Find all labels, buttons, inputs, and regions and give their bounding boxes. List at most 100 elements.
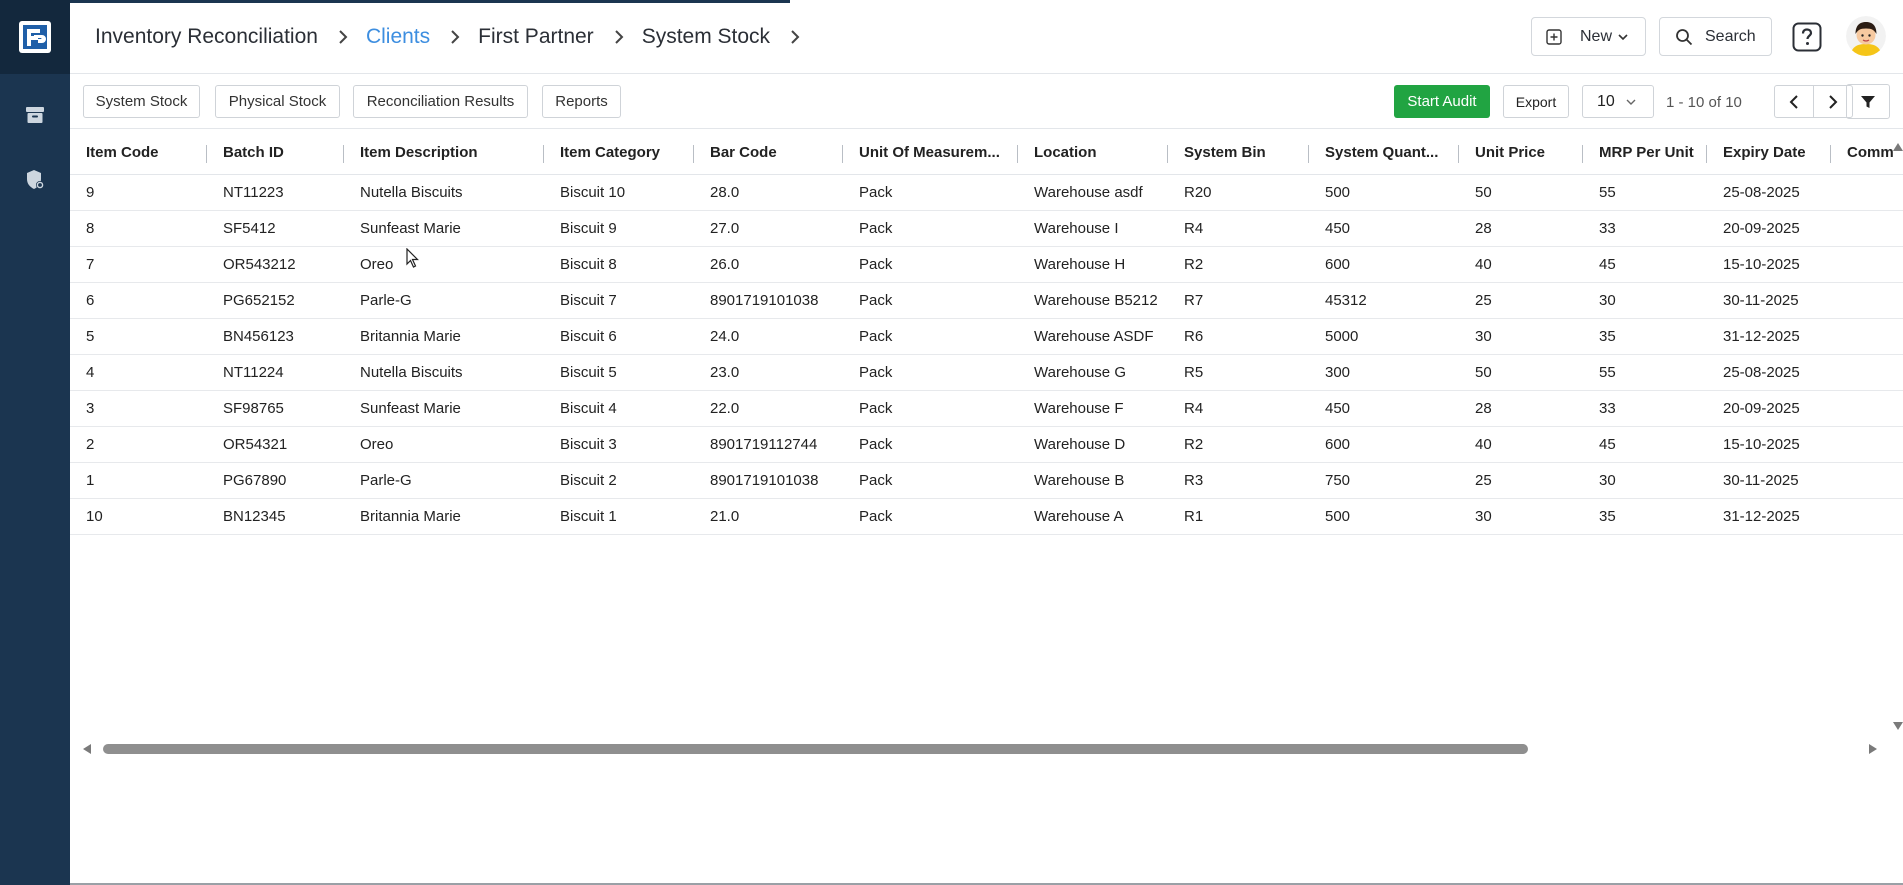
column-resize-handle[interactable] — [1582, 145, 1583, 163]
breadcrumb-item-system-stock[interactable]: System Stock — [642, 25, 770, 49]
table-cell: 25-08-2025 — [1723, 364, 1800, 381]
column-header[interactable]: MRP Per Unit — [1583, 130, 1707, 175]
new-button-label: New — [1580, 27, 1613, 45]
column-header[interactable]: Batch ID — [207, 130, 344, 175]
column-resize-handle[interactable] — [842, 145, 843, 163]
column-resize-handle[interactable] — [1706, 145, 1707, 163]
column-header[interactable]: Bar Code — [694, 130, 843, 175]
column-header[interactable]: Expiry Date — [1707, 130, 1831, 175]
chevron-right-icon — [338, 29, 348, 45]
table-cell: Biscuit 9 — [560, 220, 617, 237]
filter-icon — [1861, 95, 1875, 108]
table-cell — [1831, 427, 1903, 463]
table-cell: SF5412 — [223, 220, 276, 237]
column-header[interactable]: Location — [1018, 130, 1168, 175]
table-cell: 33 — [1599, 400, 1616, 417]
breadcrumb-item-clients[interactable]: Clients — [366, 25, 430, 49]
tab-reconciliation-results[interactable]: Reconciliation Results — [353, 85, 528, 118]
table-row[interactable]: 3 SF98765 Sunfeast Marie Biscuit 4 22.0 Pack W… — [70, 391, 1903, 427]
horizontal-scroll-thumb[interactable] — [103, 744, 1528, 754]
column-header[interactable]: Item Code — [70, 130, 207, 175]
tab-physical-stock[interactable]: Physical Stock — [215, 85, 340, 118]
table-cell: 20-09-2025 — [1723, 220, 1800, 237]
table-cell: Pack — [859, 400, 893, 417]
column-header[interactable]: Comm — [1831, 130, 1903, 175]
scroll-up-arrow[interactable] — [1893, 143, 1903, 151]
tab-reports[interactable]: Reports — [542, 85, 621, 118]
table-cell: 2 — [86, 436, 95, 453]
page-size-select[interactable]: 10 — [1582, 85, 1654, 118]
avatar[interactable] — [1846, 16, 1886, 56]
table-cell: 50 — [1475, 364, 1492, 381]
prev-page-button[interactable] — [1774, 85, 1814, 118]
add-square-icon — [1546, 28, 1562, 45]
table-row[interactable]: 8 SF5412 Sunfeast Marie Biscuit 9 27.0 Pack Wa… — [70, 211, 1903, 247]
table-row[interactable]: 9 NT11223 Nutella Biscuits Biscuit 10 28.0 Pa… — [70, 175, 1903, 211]
rail-item-archive[interactable] — [0, 90, 70, 140]
column-resize-handle[interactable] — [206, 145, 207, 163]
column-header[interactable]: System Quant... — [1309, 130, 1459, 175]
table-cell: 24.0 — [710, 328, 740, 345]
table-cell: Pack — [859, 184, 893, 201]
table-cell: 450 — [1325, 400, 1351, 417]
column-resize-handle[interactable] — [1830, 145, 1831, 163]
rail-item-security[interactable] — [0, 155, 70, 205]
table-cell — [1831, 391, 1903, 427]
table-cell: Parle-G — [360, 292, 412, 309]
table-cell: Pack — [859, 220, 893, 237]
column-resize-handle[interactable] — [1308, 145, 1309, 163]
table-row[interactable]: 4 NT11224 Nutella Biscuits Biscuit 5 23.0 Pac… — [70, 355, 1903, 391]
table-row[interactable]: 7 OR543212 Oreo Biscuit 8 26.0 Pack Warehouse … — [70, 247, 1903, 283]
table-cell: Biscuit 7 — [560, 292, 617, 309]
table-row[interactable]: 5 BN456123 Britannia Marie Biscuit 6 24.0 Pac… — [70, 319, 1903, 355]
scroll-down-arrow[interactable] — [1893, 722, 1903, 730]
table-cell: Biscuit 8 — [560, 256, 617, 273]
stock-toolbar: System Stock Physical Stock Reconciliati… — [70, 75, 1903, 129]
table-cell: Sunfeast Marie — [360, 220, 461, 237]
column-resize-handle[interactable] — [1167, 145, 1168, 163]
breadcrumb-item-first-partner[interactable]: First Partner — [478, 25, 594, 49]
column-header[interactable]: Item Description — [344, 130, 544, 175]
table-cell: 4 — [86, 364, 95, 381]
column-resize-handle[interactable] — [343, 145, 344, 163]
column-resize-handle[interactable] — [1458, 145, 1459, 163]
table-cell: OR543212 — [223, 256, 296, 273]
start-audit-button[interactable]: Start Audit — [1394, 85, 1490, 118]
column-header[interactable]: Unit Of Measurem... — [843, 130, 1018, 175]
export-button[interactable]: Export — [1503, 85, 1569, 118]
scroll-left-arrow[interactable] — [83, 744, 91, 754]
filter-button[interactable] — [1846, 84, 1890, 119]
table-cell: Pack — [859, 508, 893, 525]
table-cell: 500 — [1325, 184, 1351, 201]
table-cell: Parle-G — [360, 472, 412, 489]
chevron-right-icon[interactable] — [790, 29, 800, 45]
table-cell: 3 — [86, 400, 95, 417]
table-cell: 30 — [1599, 472, 1616, 489]
table-cell: Pack — [859, 292, 893, 309]
app-logo[interactable] — [0, 0, 70, 74]
table-cell: 25 — [1475, 292, 1492, 309]
table-cell — [1831, 319, 1903, 355]
column-header[interactable]: Unit Price — [1459, 130, 1583, 175]
table-row[interactable]: 1 PG67890 Parle-G Biscuit 2 8901719101038 Pac… — [70, 463, 1903, 499]
table-cell: Warehouse ASDF — [1034, 328, 1154, 345]
table-cell: 300 — [1325, 364, 1351, 381]
system-stock-grid: Item Code Batch ID Item Description Item Ca… — [70, 130, 1903, 740]
column-header[interactable]: Item Category — [544, 130, 694, 175]
new-button[interactable]: New — [1531, 17, 1646, 56]
column-header[interactable]: System Bin — [1168, 130, 1309, 175]
breadcrumb-item-inventory-reconciliation[interactable]: Inventory Reconciliation — [95, 25, 318, 49]
column-resize-handle[interactable] — [693, 145, 694, 163]
table-row[interactable]: 10 BN12345 Britannia Marie Biscuit 1 21.0 Pac… — [70, 499, 1903, 535]
tab-system-stock[interactable]: System Stock — [83, 85, 200, 118]
table-cell: 21.0 — [710, 508, 740, 525]
horizontal-scrollbar[interactable] — [70, 740, 1900, 758]
table-row[interactable]: 6 PG652152 Parle-G Biscuit 7 8901719101038 Pa… — [70, 283, 1903, 319]
table-cell: 5 — [86, 328, 95, 345]
scroll-right-arrow[interactable] — [1869, 744, 1877, 754]
column-resize-handle[interactable] — [543, 145, 544, 163]
table-row[interactable]: 2 OR54321 Oreo Biscuit 3 8901719112744 Pack Wa… — [70, 427, 1903, 463]
column-resize-handle[interactable] — [1017, 145, 1018, 163]
search-button[interactable]: Search — [1659, 17, 1772, 56]
help-button[interactable] — [1792, 22, 1822, 52]
